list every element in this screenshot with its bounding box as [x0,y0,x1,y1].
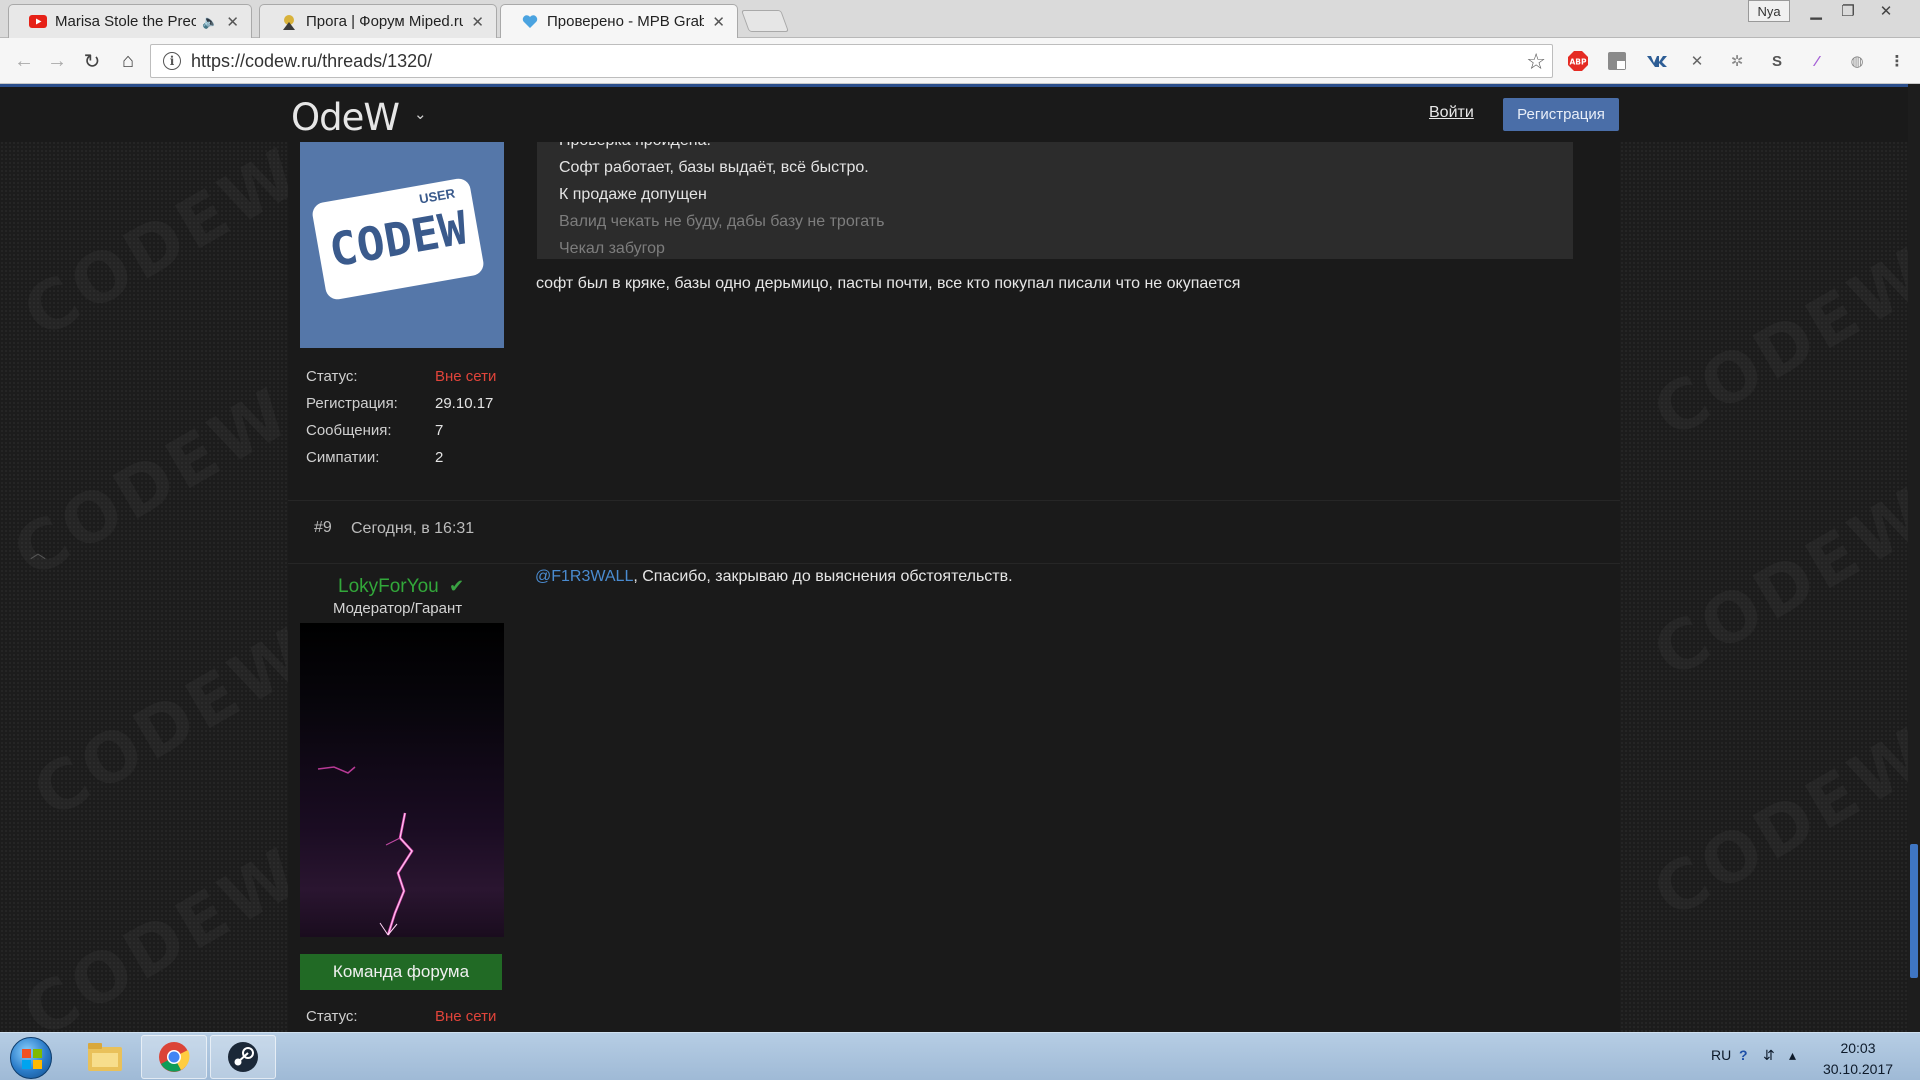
translate-icon[interactable] [1605,49,1629,73]
tab-title: Marisa Stole the Preci [55,13,197,30]
chrome-icon[interactable] [141,1035,207,1079]
explorer-icon[interactable] [72,1035,138,1079]
reload-icon[interactable]: ↻ [78,47,106,75]
steam-icon[interactable] [210,1035,276,1079]
profile-button[interactable]: Nya [1748,0,1790,22]
user-mention-link[interactable]: @F1R3WALL [535,568,633,585]
new-tab-button[interactable] [740,10,790,32]
divider [288,500,1620,501]
restore-icon[interactable]: ❐ [1832,0,1864,22]
avatar-card: USER CODEW [310,176,486,302]
divider [288,563,1620,564]
tab-youtube[interactable]: Marisa Stole the Preci 🔈 ✕ [8,4,252,38]
login-link[interactable]: Войти [1429,104,1474,122]
browser-toolbar: ← → ↻ ⌂ i https://codew.ru/threads/1320/… [0,38,1920,84]
clock-date: 30.10.2017 [1822,1061,1894,1077]
verified-check-icon: ✔ [449,576,465,596]
start-button[interactable] [10,1037,52,1079]
home-icon[interactable]: ⌂ [114,47,142,75]
site-logo[interactable]: ОdеW [291,96,400,139]
post-message-text: , Спасибо, закрываю до выяснения обстоят… [633,568,1013,585]
svg-text:ABP: ABP [1569,58,1587,67]
address-bar[interactable]: i https://codew.ru/threads/1320/ ☆ [150,44,1553,78]
stat-key: Сообщения: [306,422,392,439]
pen-icon[interactable]: ⁄ [1805,49,1829,73]
forward-icon[interactable]: → [43,47,71,75]
vk-icon[interactable] [1645,49,1669,73]
avatar[interactable]: USER CODEW [300,142,504,348]
close-icon[interactable]: ✕ [226,13,239,31]
scrollbar-thumb[interactable] [1910,844,1918,978]
stat-value: Вне сети [435,368,497,385]
quote-line: Валид чекать не буду, дабы базу не трога… [559,213,885,230]
tab-codew[interactable]: Проверено - MPB Grabe ✕ [500,4,738,38]
browser-tab-strip: Marisa Stole the Preci 🔈 ✕ Прога | Форум… [0,0,1920,38]
register-button[interactable]: Регистрация [1503,98,1619,131]
close-icon[interactable]: ✕ [471,13,484,31]
tab-title: Проверено - MPB Grabe [547,13,705,30]
tab-title: Прога | Форум Miped.ru [306,13,464,30]
close-icon[interactable]: ✕ [712,13,725,31]
speaker-muted-icon[interactable]: 🔈 [202,14,218,30]
stat-value: 2 [435,449,444,466]
youtube-icon [29,13,47,31]
team-badge-button[interactable]: Команда форума [300,954,502,990]
x-icon[interactable]: ✕ [1685,49,1709,73]
quote-block: Проверка пройдена. Софт работает, базы в… [537,142,1573,259]
username-link[interactable]: LokyForYou [338,576,439,598]
minimize-icon[interactable]: ▁ [1800,0,1832,22]
os-taskbar: RU ? ⇵ ▴ 20:03 30.10.2017 [0,1032,1920,1080]
stat-key: Регистрация: [306,395,398,412]
stat-key: Статус: [306,368,358,385]
clock-time: 20:03 [1840,1040,1876,1056]
network-icon[interactable]: ⇵ [1763,1047,1775,1064]
language-indicator[interactable]: RU [1711,1047,1731,1063]
quote-line: Проверка пройдена. [559,142,711,150]
gear-icon[interactable]: ✲ [1725,49,1749,73]
post-date[interactable]: Сегодня, в 16:31 [351,520,474,538]
avatar-text: CODEW [325,200,471,278]
system-clock[interactable]: 20:03 30.10.2017 [1808,1038,1908,1080]
page-content: CODEW CODEW CODEW CODEW CODEW CODEW CODE… [0,84,1920,1032]
stat-value: Вне сети [435,1008,497,1025]
menu-icon[interactable]: ⋮ [1885,49,1909,73]
window-close-icon[interactable]: ✕ [1870,0,1902,22]
tab-miped[interactable]: Прога | Форум Miped.ru ✕ [259,4,497,38]
bookmark-star-icon[interactable]: ☆ [1526,49,1546,75]
windows-logo-icon [22,1049,42,1069]
chevron-down-icon[interactable]: ⌄ [414,105,427,123]
s-icon[interactable]: S [1765,49,1789,73]
help-icon[interactable]: ? [1739,1047,1748,1063]
tray-expand-icon[interactable]: ▴ [1789,1047,1796,1064]
avatar[interactable] [300,623,504,937]
chevron-up-icon[interactable]: ︿ [30,539,46,563]
url-text: https://codew.ru/threads/1320/ [191,50,433,71]
codew-heart-icon [521,13,539,31]
stat-value: 29.10.17 [435,395,494,412]
quote-line: Чекал забугор [559,240,665,257]
thread-posts: USER CODEW Статус: Вне сети Регистрация:… [288,142,1620,1032]
back-icon[interactable]: ← [10,47,38,75]
post-message: @F1R3WALL, Спасибо, закрываю до выяснени… [535,568,1013,586]
info-icon[interactable]: i [163,52,181,70]
post-message: софт был в кряке, базы одно дерьмицо, па… [536,275,1241,292]
user-role: Модератор/Гарант [333,600,463,617]
abp-icon[interactable]: ABP [1566,49,1590,73]
stat-key: Симпатии: [306,449,380,466]
globe-icon[interactable]: ◍ [1845,49,1869,73]
post-number[interactable]: #9 [314,519,332,537]
miped-icon [280,13,298,31]
stat-value: 7 [435,422,444,439]
site-header: ОdеW ⌄ Войти Регистрация [0,87,1920,142]
stat-key: Статус: [306,1008,358,1025]
quote-line: К продаже допущен [559,186,707,203]
lightning-icon [317,766,414,936]
quote-line: Софт работает, базы выдаёт, всё быстро. [559,159,869,176]
